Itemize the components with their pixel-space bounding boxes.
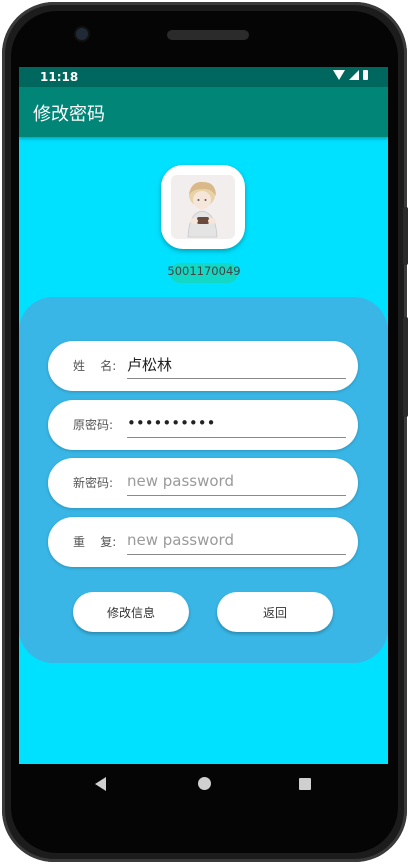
back-button[interactable]: 返回 bbox=[217, 592, 333, 632]
repeat-password-field-row: 重 复: bbox=[48, 517, 358, 567]
name-label: 姓 名: bbox=[73, 359, 117, 373]
user-id: 5001170049 bbox=[167, 264, 241, 278]
old-password-input[interactable] bbox=[127, 409, 346, 438]
earpiece-speaker bbox=[167, 30, 249, 40]
signal-icon bbox=[349, 70, 359, 80]
repeat-password-input[interactable] bbox=[127, 526, 346, 555]
avatar-illustration-icon bbox=[187, 181, 218, 238]
nav-recent-apps-icon[interactable] bbox=[299, 778, 311, 790]
modify-info-button[interactable]: 修改信息 bbox=[73, 592, 189, 632]
old-password-label: 原密码: bbox=[73, 418, 114, 432]
new-password-input[interactable] bbox=[127, 467, 346, 496]
battery-icon bbox=[363, 70, 368, 80]
repeat-password-label: 重 复: bbox=[73, 535, 117, 549]
power-button bbox=[403, 317, 408, 417]
status-bar: 11:18 bbox=[19, 67, 388, 87]
status-time: 11:18 bbox=[40, 70, 79, 84]
old-password-field-row: 原密码: bbox=[48, 400, 358, 450]
nav-home-icon[interactable] bbox=[198, 777, 211, 790]
new-password-field-row: 新密码: bbox=[48, 458, 358, 508]
app-bar: 修改密码 bbox=[19, 87, 388, 137]
app-screen: 11:18 修改密码 5001170049 姓 名: 卢松林 原密码: ••••… bbox=[19, 67, 388, 764]
avatar-image bbox=[171, 175, 235, 239]
avatar[interactable] bbox=[161, 165, 245, 249]
status-icons bbox=[333, 70, 368, 80]
volume-button bbox=[403, 207, 408, 265]
name-input[interactable] bbox=[127, 350, 346, 379]
name-field-row: 姓 名: bbox=[48, 341, 358, 391]
page-title: 修改密码 bbox=[33, 104, 105, 125]
nav-back-icon[interactable] bbox=[95, 777, 106, 791]
front-camera bbox=[76, 28, 88, 40]
wifi-icon bbox=[333, 70, 345, 80]
system-nav-bar bbox=[19, 764, 388, 804]
new-password-label: 新密码: bbox=[73, 476, 114, 490]
